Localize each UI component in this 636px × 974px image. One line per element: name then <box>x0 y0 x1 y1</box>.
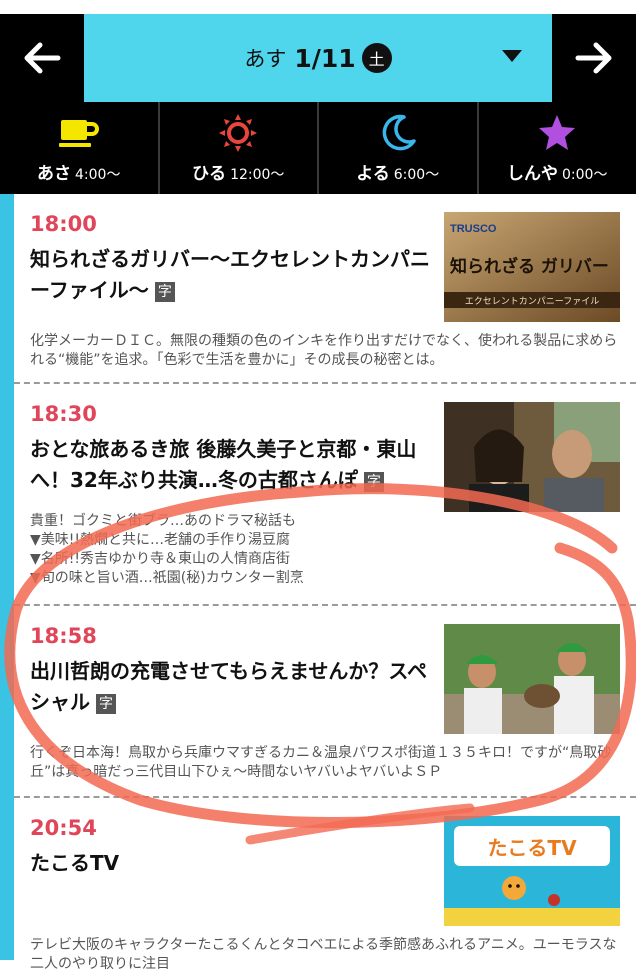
date-selector[interactable]: あす 1/11 土 <box>84 14 552 102</box>
program-item[interactable]: 18:00 知られざるガリバー〜エクセレントカンパニーファイル〜字 TRUSCO… <box>14 194 636 384</box>
day-of-week-badge: 土 <box>362 43 392 73</box>
tab-daytime-label: ひる <box>192 164 226 184</box>
program-item[interactable]: 18:58 出川哲朗の充電させてもらえませんか？スペシャル字 行くぞ日本海！鳥取… <box>14 606 636 798</box>
program-title: 知られざるガリバー〜エクセレントカンパニーファイル〜字 <box>30 244 430 306</box>
subtitle-badge: 字 <box>155 282 175 302</box>
program-description: 行くぞ日本海！鳥取から兵庫ウマすぎるカニ＆温泉パワスポ街道１３５キロ！ですが“鳥… <box>30 744 620 782</box>
caret-down-icon[interactable] <box>502 50 522 62</box>
program-time: 18:00 <box>30 212 97 236</box>
program-title: 出川哲朗の充電させてもらえませんか？スペシャル字 <box>30 656 430 718</box>
program-description: テレビ大阪のキャラクターたこるくんとタコベエによる季節感あふれるアニメ。ユーモラ… <box>30 936 620 974</box>
tab-morning[interactable]: あさ4:00〜 <box>0 102 160 194</box>
prev-day-button[interactable] <box>0 14 84 102</box>
program-thumbnail: TRUSCO 知られざる ガリバー エクセレントカンパニーファイル <box>444 212 620 322</box>
thumb-logo: たこるTV <box>487 836 577 860</box>
tab-daytime[interactable]: ひる12:00〜 <box>160 102 320 194</box>
star-icon <box>537 113 577 153</box>
program-time: 18:58 <box>30 624 97 648</box>
top-strip <box>0 0 636 14</box>
program-list: 18:00 知られざるガリバー〜エクセレントカンパニーファイル〜字 TRUSCO… <box>14 194 636 968</box>
program-time: 20:54 <box>30 816 97 840</box>
tab-evening-label: よる <box>356 164 390 184</box>
tab-morning-label: あさ <box>37 164 71 184</box>
program-description: 化学メーカーＤＩＣ。無限の種類の色のインキを作り出すだけでなく、使われる製品に求… <box>30 332 620 370</box>
thumb-sub: エクセレントカンパニーファイル <box>465 296 599 307</box>
sun-icon <box>218 113 258 153</box>
arrow-right-icon <box>574 41 614 75</box>
tab-late-night-label: しんや <box>507 164 558 184</box>
coffee-cup-icon <box>57 116 101 150</box>
subtitle-badge: 字 <box>364 472 384 492</box>
tab-late-night-time: 0:00〜 <box>562 167 607 183</box>
date-text: 1/11 <box>294 44 355 73</box>
next-day-button[interactable] <box>552 14 636 102</box>
program-description: 貴重！ゴクミと街ブラ…あのドラマ秘話も ▼美味!!熱燗と共に…老舗の手作り湯豆腐… <box>30 512 620 588</box>
tab-evening[interactable]: よる6:00〜 <box>319 102 479 194</box>
thumb-brand: TRUSCO <box>450 223 497 235</box>
subtitle-badge: 字 <box>96 694 116 714</box>
time-of-day-tabs: あさ4:00〜 ひる12:00〜 よる6:00〜 <box>0 102 636 194</box>
program-thumbnail: たこるTV <box>444 816 620 926</box>
program-title: たこるTV <box>30 848 430 879</box>
date-header: あす 1/11 土 <box>0 14 636 102</box>
thumb-main: 知られざる ガリバー <box>449 256 609 277</box>
program-item[interactable]: 20:54 たこるTV たこるTV テレビ大阪のキャラクターたこるくんとタコベエ… <box>14 798 636 968</box>
program-thumbnail <box>444 402 620 512</box>
program-item[interactable]: 18:30 おとな旅あるき旅 後藤久美子と京都・東山へ！32年ぶり共演…冬の古都… <box>14 384 636 606</box>
date-prefix: あす <box>244 43 286 73</box>
moon-icon <box>378 113 418 153</box>
program-time: 18:30 <box>30 402 97 426</box>
timeline-bar <box>0 194 14 960</box>
program-thumbnail <box>444 624 620 734</box>
tab-daytime-time: 12:00〜 <box>230 167 284 183</box>
program-title: おとな旅あるき旅 後藤久美子と京都・東山へ！32年ぶり共演…冬の古都さんぽ字 <box>30 434 430 496</box>
arrow-left-icon <box>22 41 62 75</box>
tab-late-night[interactable]: しんや0:00〜 <box>479 102 636 194</box>
tab-morning-time: 4:00〜 <box>75 167 120 183</box>
tab-evening-time: 6:00〜 <box>394 167 439 183</box>
